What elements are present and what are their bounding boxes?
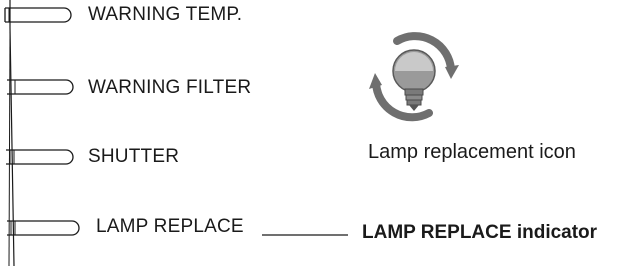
warning-temp-label: WARNING TEMP. [88, 4, 243, 25]
lamp-replacement-icon [369, 32, 459, 122]
warning-filter-lens [7, 79, 74, 95]
icon-caption: Lamp replacement icon [368, 141, 576, 163]
shutter-lens [6, 149, 74, 165]
panel-edge-inner [8, 27, 11, 266]
warning-filter-label: WARNING FILTER [88, 77, 252, 98]
lamp-replace-callout-label: LAMP REPLACE indicator [362, 222, 598, 243]
lamp-replace-lens [7, 220, 80, 236]
shutter-label: SHUTTER [88, 146, 180, 167]
lamp-replace-label: LAMP REPLACE [96, 216, 244, 237]
warning-temp-lens [4, 7, 72, 23]
